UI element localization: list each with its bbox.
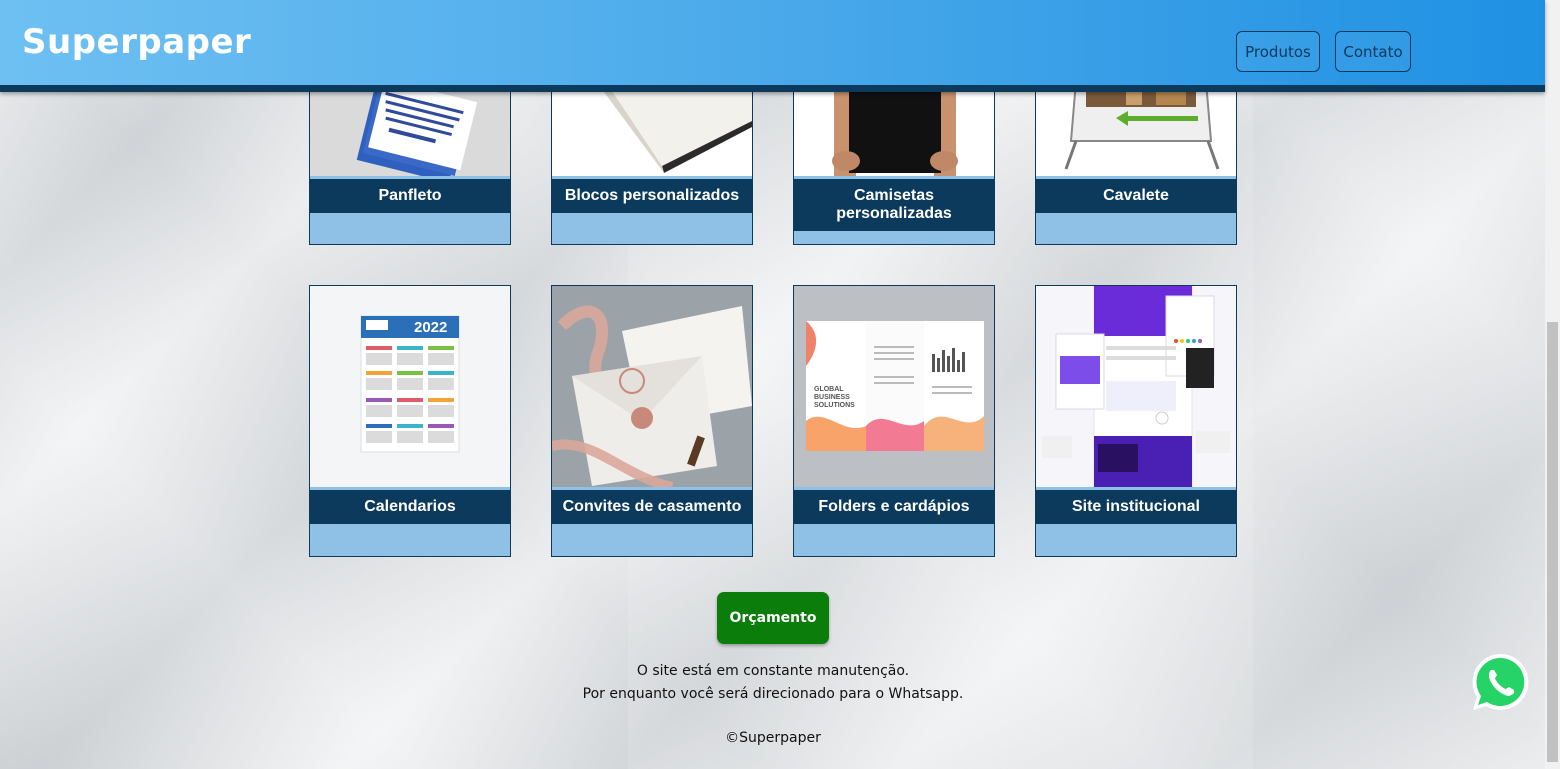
product-card-convites[interactable]: Convites de casamento bbox=[551, 285, 753, 557]
copyright: ©Superpaper bbox=[725, 730, 821, 746]
orcamento-button[interactable]: Orçamento bbox=[717, 592, 829, 644]
whatsapp-redirect-notice: Por enquanto você será direcionado para … bbox=[582, 686, 964, 702]
product-label: Blocos personalizados bbox=[552, 179, 752, 213]
site-image bbox=[1036, 286, 1236, 487]
nav-contato-button[interactable]: Contato bbox=[1335, 31, 1411, 72]
product-label: Site institucional bbox=[1036, 490, 1236, 524]
product-label: Cavalete bbox=[1036, 179, 1236, 213]
whatsapp-icon[interactable] bbox=[1469, 651, 1531, 713]
scrollbar-thumb[interactable] bbox=[1547, 322, 1558, 762]
brand-logo[interactable]: Superpaper bbox=[22, 22, 251, 62]
nav-produtos-button[interactable]: Produtos bbox=[1236, 31, 1320, 72]
product-label: Camisetas personalizadas bbox=[794, 179, 994, 231]
calendarios-image: 2022 bbox=[310, 286, 510, 487]
site-header: Superpaper Produtos Contato bbox=[0, 0, 1545, 92]
product-label: Folders e cardápios bbox=[794, 490, 994, 524]
maintenance-notice: O site está em constante manutenção. bbox=[636, 663, 910, 679]
page-scrollbar[interactable] bbox=[1545, 0, 1560, 769]
folder-image-text: GLOBAL BUSINESS SOLUTIONS bbox=[814, 386, 855, 409]
product-label: Convites de casamento bbox=[552, 490, 752, 524]
product-card-site[interactable]: Site institucional bbox=[1035, 285, 1237, 557]
folders-image: GLOBAL BUSINESS SOLUTIONS bbox=[794, 286, 994, 487]
product-card-calendarios[interactable]: 2022 Calendarios bbox=[309, 285, 511, 557]
product-label: Calendarios bbox=[310, 490, 510, 524]
calendar-year-text: 2022 bbox=[414, 319, 448, 336]
convites-image bbox=[552, 286, 752, 487]
product-card-folders[interactable]: GLOBAL BUSINESS SOLUTIONS Folders e card… bbox=[793, 285, 995, 557]
product-label: Panfleto bbox=[310, 179, 510, 213]
